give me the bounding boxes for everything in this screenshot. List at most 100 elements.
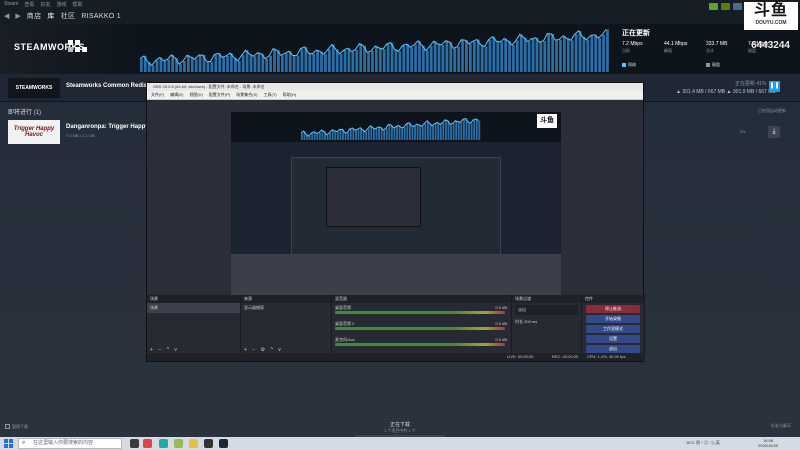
nav-username[interactable]: RISAKKO 1 bbox=[81, 13, 121, 20]
checkbox-icon[interactable] bbox=[5, 424, 10, 430]
graph-bar bbox=[396, 126, 398, 140]
obs-title-bar[interactable]: OBS 25.0.8 (64-bit, windows) - 配置文件: 未命名… bbox=[147, 83, 643, 91]
obs-menu-edit[interactable]: 编辑(E) bbox=[170, 92, 183, 98]
graph-bar bbox=[385, 128, 388, 140]
graph-bar bbox=[460, 122, 463, 140]
graph-bar bbox=[457, 46, 460, 72]
mixer-meter bbox=[335, 343, 505, 346]
scene-item[interactable]: 场景 bbox=[147, 303, 240, 313]
windows-start-icon[interactable] bbox=[4, 439, 13, 448]
menu-games[interactable]: 游戏 bbox=[56, 1, 66, 8]
graph-bar bbox=[249, 54, 253, 72]
folder-icon[interactable] bbox=[189, 439, 198, 448]
obs-menu-file[interactable]: 文件(F) bbox=[151, 92, 164, 98]
graph-bar bbox=[179, 64, 182, 72]
system-tray[interactable]: 16°C 阴 ^ ⌘ ◁) 英 bbox=[686, 440, 720, 446]
graph-bar bbox=[210, 61, 214, 72]
obs-status-bar: LIVE: 00:00:00 REC: 00:00:00 CPU: 1.2%, … bbox=[147, 353, 645, 361]
graph-bar bbox=[496, 41, 500, 72]
graph-bar bbox=[296, 55, 300, 72]
current-game-thumbnail[interactable]: STEAMWORKS bbox=[8, 78, 60, 98]
nav-store[interactable]: 商店 bbox=[27, 11, 42, 21]
app-icon[interactable] bbox=[143, 439, 152, 448]
downloads-footer-status[interactable]: 正在下载 1 个项目中的 1 个 bbox=[355, 421, 445, 437]
app-icon[interactable] bbox=[159, 439, 168, 448]
profile-icon[interactable] bbox=[733, 3, 742, 10]
start-recording-button[interactable]: 开始录制 bbox=[586, 315, 640, 323]
pause-icon[interactable]: ❚❚ bbox=[769, 81, 780, 92]
nav-library[interactable]: 库 bbox=[47, 11, 54, 21]
obs-app-icon[interactable] bbox=[204, 439, 213, 448]
stop-streaming-button[interactable]: 停止推流 bbox=[586, 305, 640, 313]
graph-bar bbox=[450, 124, 452, 140]
legend-network: 网络 bbox=[622, 62, 636, 68]
obs-menu-scene-collection[interactable]: 场景集合(S) bbox=[236, 92, 257, 98]
obs-preview-canvas[interactable]: 斗鱼 bbox=[231, 112, 561, 298]
task-view-icon[interactable] bbox=[130, 439, 139, 448]
settings-button[interactable]: 设置 bbox=[586, 335, 640, 343]
menu-steam[interactable]: Steam bbox=[4, 1, 18, 7]
notification-icon[interactable] bbox=[709, 3, 718, 10]
graph-bar bbox=[245, 50, 249, 72]
graph-bar bbox=[393, 127, 396, 140]
graph-bar bbox=[300, 48, 304, 72]
steam-app-icon[interactable] bbox=[219, 439, 228, 448]
graph-bar bbox=[355, 49, 359, 72]
obs-menu-view[interactable]: 视图(V) bbox=[189, 92, 202, 98]
download-icon[interactable]: ⤓ bbox=[768, 126, 780, 138]
graph-bar bbox=[292, 55, 296, 72]
graph-bar bbox=[539, 42, 543, 72]
graph-bar bbox=[439, 124, 442, 140]
graph-bar bbox=[284, 53, 288, 72]
source-item[interactable]: 显示器捕获 bbox=[241, 303, 331, 313]
graph-bar bbox=[598, 38, 601, 72]
menu-friends[interactable]: 好友 bbox=[40, 1, 50, 8]
graph-bar bbox=[551, 33, 554, 72]
graph-bar bbox=[531, 38, 535, 72]
obs-menu-profile[interactable]: 配置文件(P) bbox=[209, 92, 230, 98]
screen: Steam 查看 好友 游戏 帮助 ◀ ▶ 商店 库 社区 RISAKKO 1 … bbox=[0, 0, 800, 450]
scenes-dock: 场景 场景 + − ^ v bbox=[147, 295, 241, 355]
chat-icon[interactable] bbox=[721, 3, 730, 10]
mixer-meter bbox=[335, 327, 505, 330]
graph-bar bbox=[316, 133, 319, 140]
graph-bar bbox=[370, 125, 373, 140]
nav-community[interactable]: 社区 bbox=[61, 11, 76, 21]
transition-select[interactable]: 淡出 bbox=[515, 305, 578, 315]
graph-bar bbox=[461, 39, 464, 72]
graph-bar bbox=[382, 49, 386, 72]
stat-total: 333.7 MB 总计 bbox=[706, 41, 728, 53]
exit-button[interactable]: 退出 bbox=[586, 345, 640, 353]
graph-bar bbox=[574, 34, 578, 72]
graph-bar bbox=[214, 54, 218, 72]
queue-game-thumbnail[interactable]: Trigger Happy Havoc bbox=[8, 120, 60, 144]
graph-bar bbox=[398, 125, 401, 140]
taskbar-search-input[interactable]: ⌕ 在这里输入你要搜索的内容 bbox=[18, 438, 122, 449]
current-progress: 正在更新 41% bbox=[735, 81, 767, 87]
auto-update-label[interactable]: 已启用自动更新 bbox=[758, 108, 786, 114]
graph-bar bbox=[457, 121, 460, 140]
graph-bar bbox=[222, 57, 225, 72]
graph-bar bbox=[425, 50, 429, 72]
douyu-watermark: 斗鱼 DOUYU.COM bbox=[744, 2, 798, 30]
app-icon[interactable] bbox=[174, 439, 183, 448]
queue-section-title: 即将进行 (1) bbox=[8, 110, 42, 116]
obs-menu-tools[interactable]: 工具(T) bbox=[263, 92, 276, 98]
studio-mode-button[interactable]: 工作室模式 bbox=[586, 325, 640, 333]
back-arrow-icon[interactable]: ◀ bbox=[4, 12, 9, 20]
menu-help[interactable]: 帮助 bbox=[73, 1, 83, 8]
forward-arrow-icon[interactable]: ▶ bbox=[15, 12, 20, 20]
taskbar-clock[interactable]: 16:58 2020/10/29 bbox=[758, 438, 778, 448]
graph-bar bbox=[328, 49, 331, 72]
graph-bar bbox=[492, 36, 496, 72]
obs-menu-help[interactable]: 帮助(H) bbox=[283, 92, 297, 98]
graph-bar bbox=[475, 118, 478, 140]
graph-bar bbox=[355, 130, 357, 140]
graph-bar bbox=[331, 129, 334, 140]
manage-downloads[interactable]: 管理下载 bbox=[5, 424, 28, 430]
graph-bar bbox=[516, 40, 519, 72]
transition-duration[interactable]: 时长 300 ms bbox=[512, 317, 581, 327]
friends-chat-button[interactable]: 好友与聊天 bbox=[771, 423, 791, 429]
graph-bar bbox=[463, 119, 465, 140]
menu-view[interactable]: 查看 bbox=[24, 1, 34, 8]
